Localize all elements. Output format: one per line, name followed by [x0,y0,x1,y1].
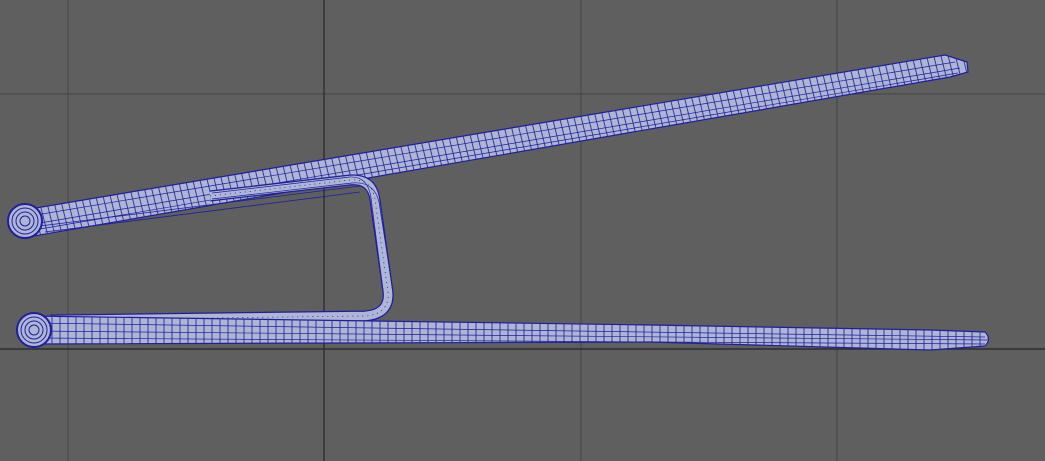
viewport-3d[interactable] [0,0,1045,461]
viewport-canvas[interactable] [0,0,1045,461]
upper-arm[interactable] [23,54,969,237]
upper-eye-loop[interactable] [7,203,43,239]
lower-eye-loop[interactable] [16,312,52,348]
lower-arm[interactable] [29,315,990,351]
